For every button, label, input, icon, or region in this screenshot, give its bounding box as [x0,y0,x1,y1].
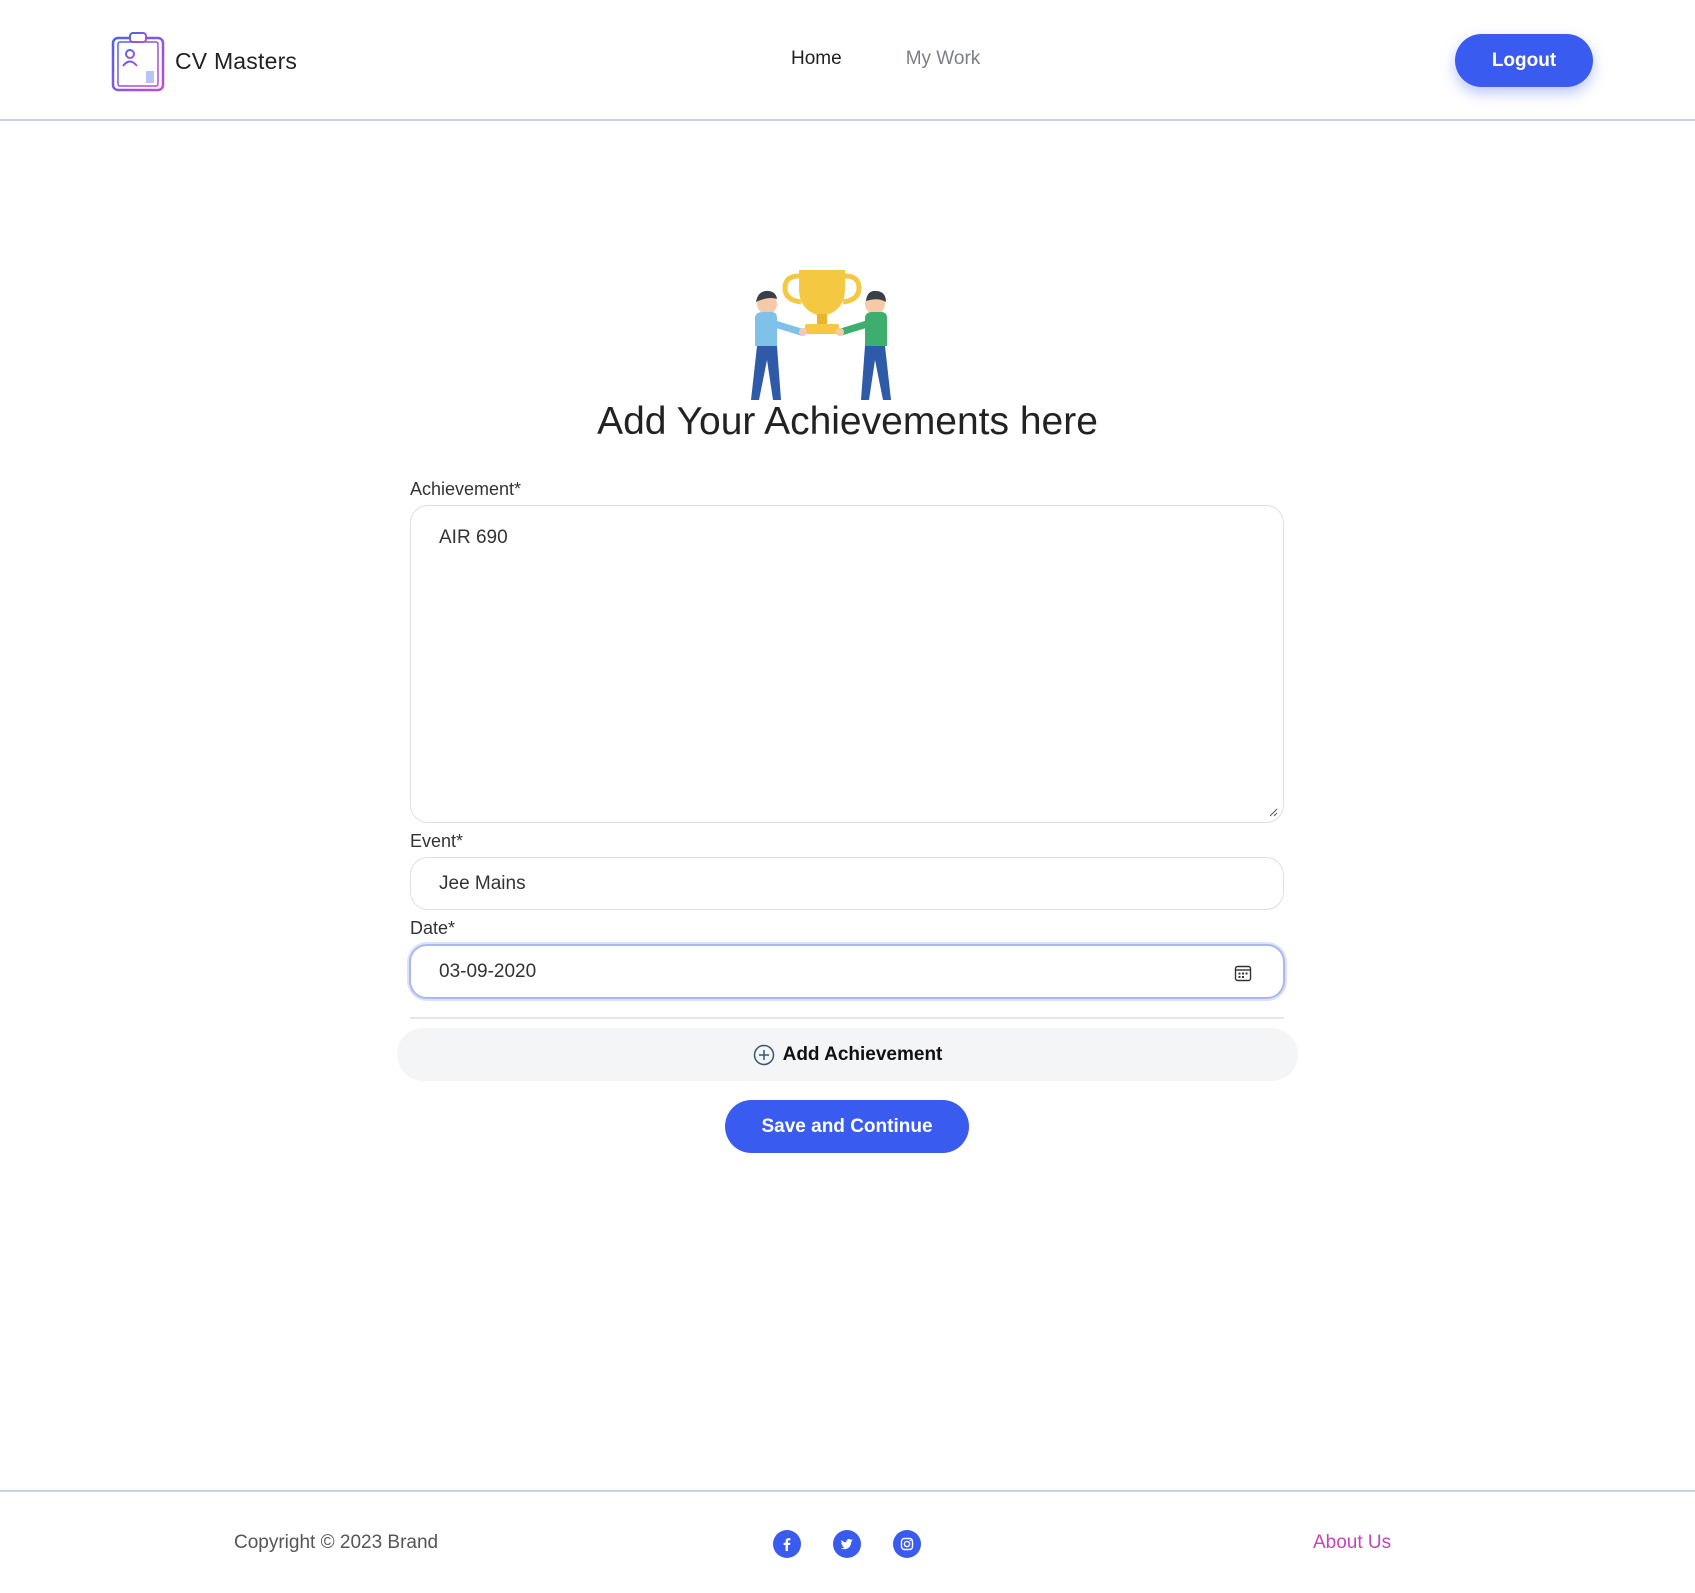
achievement-form: Achievement* AIR 690 Event* Date* [409,478,1285,1019]
logout-button[interactable]: Logout [1455,34,1593,87]
twitter-icon[interactable] [833,1530,861,1558]
plus-circle-icon [753,1044,774,1065]
trophy-people-illustration-icon [751,270,891,400]
brand[interactable]: CV Masters [110,30,297,92]
main-nav: Home My Work [791,48,980,70]
achievement-textarea-wrapper: AIR 690 [410,505,1284,823]
form-divider [410,1017,1284,1019]
footer: Copyright © 2023 Brand About Us [0,1490,1695,1593]
event-label: Event* [410,831,464,851]
instagram-icon[interactable] [893,1530,921,1558]
event-input-wrapper [410,857,1284,910]
page: CV Masters Home My Work Logout Add Your … [0,0,1695,1593]
resume-clipboard-logo-icon [111,32,165,92]
event-input[interactable] [411,858,1283,909]
top-navbar: CV Masters Home My Work Logout [0,0,1695,121]
date-input[interactable] [411,946,1283,997]
social-links [773,1530,921,1558]
facebook-icon[interactable] [773,1530,801,1558]
resize-handle-icon[interactable] [1268,807,1278,817]
brand-name: CV Masters [175,47,298,74]
add-achievement-label: Add Achievement [782,1043,943,1065]
nav-my-work-link[interactable]: My Work [906,48,981,70]
copyright-text: Copyright © 2023 Brand [234,1532,439,1553]
date-input-wrapper [409,944,1285,999]
page-title: Add Your Achievements here [597,400,1098,443]
date-label: Date* [410,918,456,938]
achievement-textarea[interactable]: AIR 690 [411,506,1283,822]
calendar-icon[interactable] [1234,964,1252,982]
save-and-continue-button[interactable]: Save and Continue [725,1100,969,1153]
add-achievement-button[interactable]: Add Achievement [397,1028,1298,1081]
achievement-label: Achievement* [410,479,522,499]
nav-home-link[interactable]: Home [791,48,842,70]
about-us-link[interactable]: About Us [1313,1532,1391,1554]
